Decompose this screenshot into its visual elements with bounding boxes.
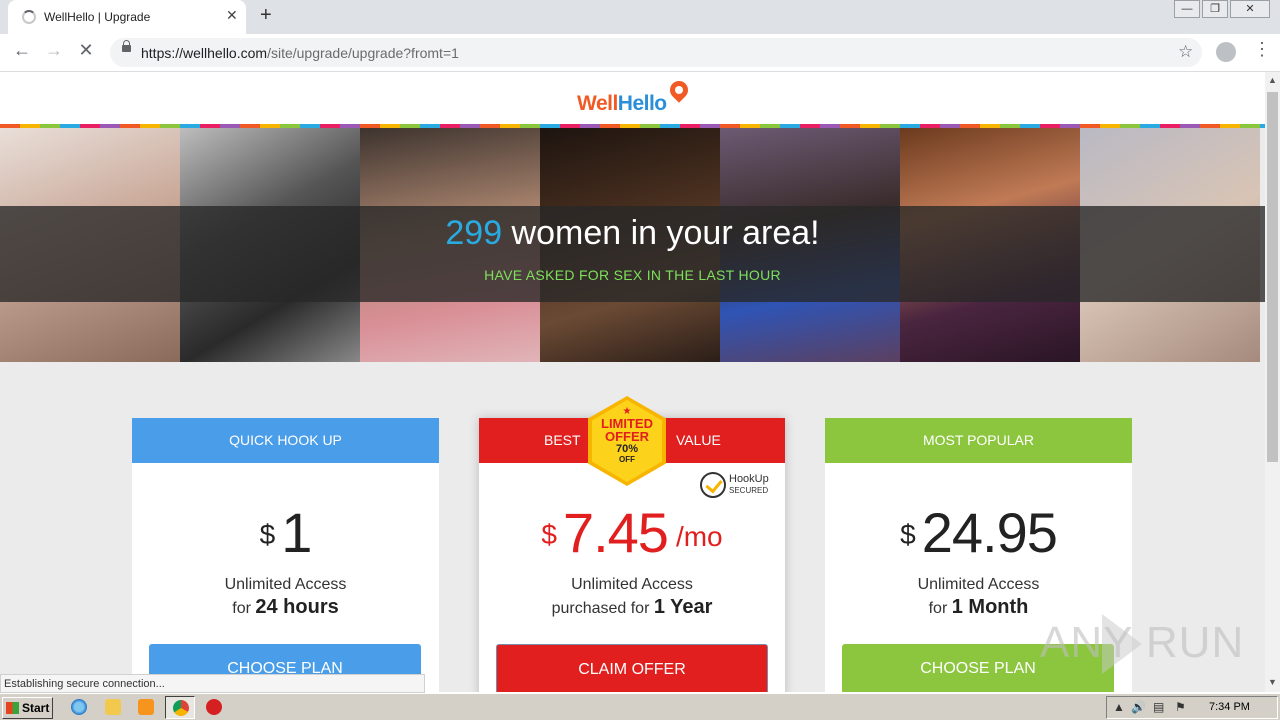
scroll-thumb[interactable] (1267, 92, 1278, 462)
chrome-taskbar-button[interactable] (165, 696, 195, 719)
tab-title: WellHello | Upgrade (44, 10, 151, 24)
stop-sign-icon[interactable] (206, 699, 222, 715)
forward-arrow-icon[interactable]: → (42, 40, 66, 61)
internet-explorer-icon[interactable] (71, 699, 87, 715)
plan-description: Unlimited Access (224, 576, 347, 593)
scroll-down-icon[interactable]: ▼ (1268, 677, 1277, 687)
location-pin-icon (666, 77, 692, 103)
tab-close-icon[interactable]: ✕ (226, 7, 238, 24)
tray-expand-icon[interactable]: ▲ (1113, 700, 1125, 714)
plan-description: Unlimited Access (571, 576, 693, 593)
taskbar: Start ▲ 🔊 ▤ ⚑ 7:34 PM (0, 693, 1280, 720)
photo-strip: 299 women in your area! HAVE ASKED FOR S… (0, 128, 1265, 362)
hero-headline: 299 women in your area! (445, 214, 820, 252)
bookmark-star-icon[interactable]: ☆ (1178, 42, 1193, 62)
close-window-button[interactable]: ✕ (1230, 0, 1270, 18)
plan-header: MOST POPULAR (825, 418, 1132, 463)
site-logo[interactable]: WellHello (577, 92, 667, 116)
tab-strip: WellHello | Upgrade ✕ + — ❐ ✕ (0, 0, 1280, 34)
browser-toolbar: ← → ✕ https://wellhello.com/site/upgrade… (0, 34, 1280, 72)
plan-price: $7.45/mo (541, 501, 723, 564)
plan-header: QUICK HOOK UP (132, 418, 439, 463)
watermark: ANY RUN (1040, 618, 1245, 667)
scroll-up-icon[interactable]: ▲ (1268, 75, 1277, 85)
women-count: 299 (445, 214, 503, 252)
plan-card-quick: QUICK HOOK UP $1 Unlimited Access for 24… (132, 418, 439, 692)
volume-icon[interactable]: 🔊 (1131, 700, 1146, 714)
plan-description: Unlimited Access (917, 576, 1040, 593)
stop-loading-icon[interactable]: ✕ (74, 40, 98, 61)
network-icon[interactable]: ▤ (1153, 700, 1164, 714)
url-text[interactable]: https://wellhello.com/site/upgrade/upgra… (141, 45, 459, 61)
hero-subline: HAVE ASKED FOR SEX IN THE LAST HOUR (484, 267, 781, 283)
status-bubble: Establishing secure connection... (0, 674, 425, 693)
chrome-icon (173, 700, 189, 716)
media-player-icon[interactable] (138, 699, 154, 715)
hero-overlay: 299 women in your area! HAVE ASKED FOR S… (0, 206, 1265, 302)
checkmark-icon (700, 472, 726, 498)
plan-price: $24.95 (900, 501, 1058, 564)
browser-tab[interactable]: WellHello | Upgrade ✕ (8, 0, 246, 34)
start-button[interactable]: Start (2, 697, 53, 719)
clock[interactable]: 7:34 PM (1209, 701, 1250, 713)
profile-avatar-icon[interactable] (1216, 42, 1236, 62)
vertical-scrollbar[interactable]: ▲ ▼ (1265, 72, 1280, 692)
folder-icon[interactable] (105, 699, 121, 715)
back-arrow-icon[interactable]: ← (10, 40, 34, 61)
new-tab-button[interactable]: + (260, 4, 272, 27)
loading-spinner-icon (22, 10, 36, 24)
windows-logo-icon (6, 702, 19, 714)
address-bar[interactable]: https://wellhello.com/site/upgrade/upgra… (110, 38, 1202, 67)
lock-icon (122, 40, 131, 52)
browser-menu-icon[interactable]: ⋮ (1253, 40, 1271, 58)
plan-price: $1 (259, 501, 313, 564)
site-header: WellHello (0, 72, 1265, 124)
page-content: WellHello 299 women in your area! HAVE A… (0, 72, 1265, 692)
plan-duration: for 24 hours (232, 596, 339, 618)
maximize-button[interactable]: ❐ (1202, 0, 1228, 18)
system-tray: ▲ 🔊 ▤ ⚑ 7:34 PM (1106, 696, 1278, 719)
minimize-button[interactable]: — (1174, 0, 1200, 18)
claim-offer-button[interactable]: CLAIM OFFER (496, 644, 768, 692)
window-controls: — ❐ ✕ (1172, 0, 1270, 18)
flag-icon[interactable]: ⚑ (1175, 700, 1186, 714)
plan-duration: for 1 Month (928, 596, 1029, 618)
plan-duration: purchased for 1 Year (551, 596, 713, 618)
